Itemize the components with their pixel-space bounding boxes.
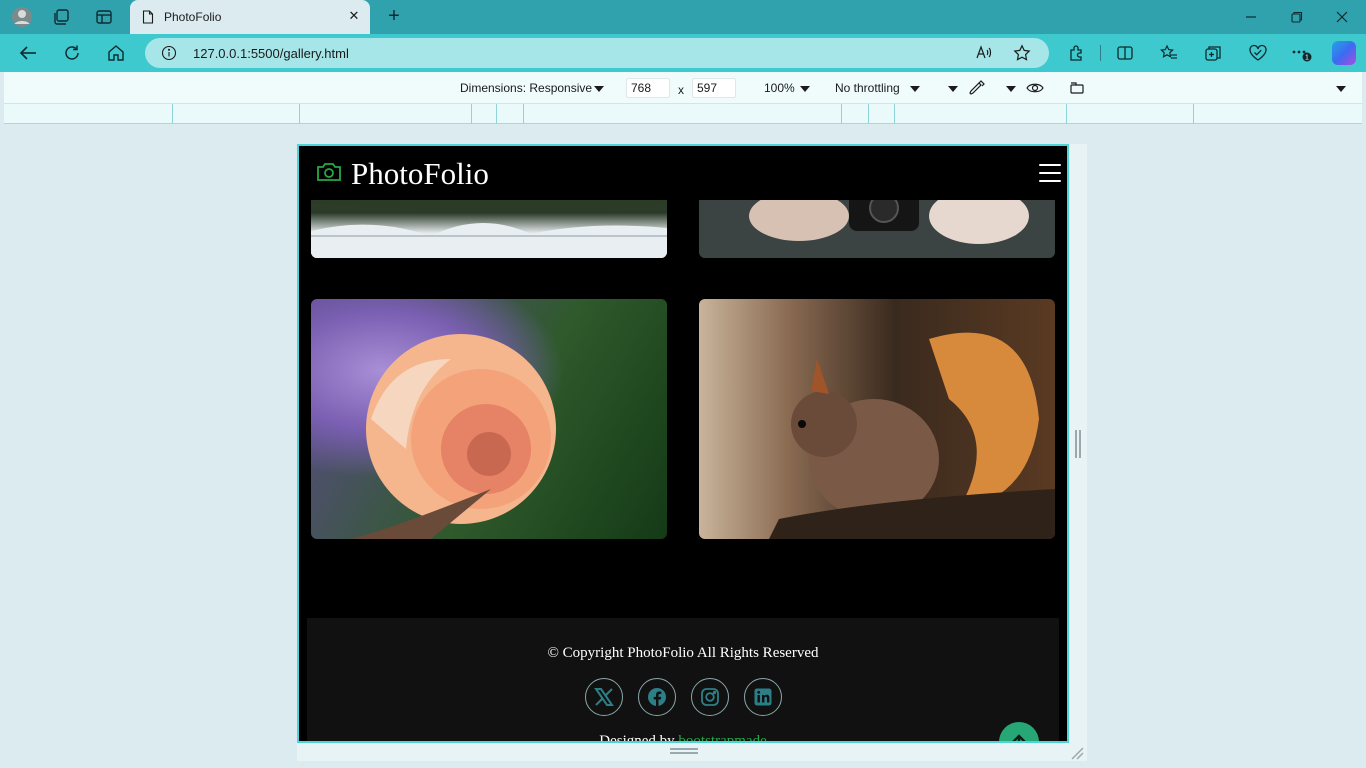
tab-close-icon[interactable]: ✕ [346,8,362,24]
height-input[interactable]: 597 [692,78,736,98]
gallery-image-rose[interactable] [311,299,667,539]
camera-icon[interactable] [316,161,342,183]
home-icon[interactable] [104,42,128,64]
media-query-marker[interactable] [1066,104,1067,124]
page-icon [142,10,154,27]
designed-by-text: Designed by bootstrapmade [307,733,1059,743]
minimize-icon[interactable] [1242,8,1260,26]
dimensions-dropdown[interactable]: Dimensions: Responsive [460,81,592,95]
browser-titlebar: PhotoFolio ✕ + [0,0,1366,34]
chevron-down-icon[interactable] [910,86,920,92]
instagram-icon [701,688,719,706]
chevron-down-icon[interactable] [1336,86,1346,92]
close-window-icon[interactable] [1333,8,1351,26]
copilot-icon[interactable] [1332,41,1356,65]
emulated-viewport: PhotoFolio © Copyright PhotoFolio All Ri… [297,144,1069,743]
media-query-marker[interactable] [471,104,472,124]
x-icon [594,688,614,706]
site-header: PhotoFolio [299,146,1067,200]
back-icon[interactable] [16,42,40,64]
site-logo[interactable]: PhotoFolio [351,156,489,192]
media-query-marker[interactable] [523,104,524,124]
device-toolbar: Dimensions: Responsive 768 x 597 100% No… [4,72,1362,104]
viewport-resize-handle-right[interactable] [1075,430,1081,458]
tab-photofolio[interactable]: PhotoFolio ✕ [130,0,370,34]
chevron-down-icon[interactable] [948,86,958,92]
tab-actions-icon[interactable] [93,6,115,28]
zoom-dropdown[interactable]: 100% [764,81,795,95]
media-query-marker[interactable] [1193,104,1194,124]
instagram-link[interactable] [691,678,729,716]
more-options-icon[interactable]: 1 [1290,42,1312,64]
dimension-times: x [678,83,684,97]
url-text: 127.0.0.1:5500/gallery.html [193,46,349,61]
restore-icon[interactable] [1288,8,1306,26]
gallery-image-squirrel[interactable] [699,299,1055,539]
site-info-icon[interactable] [161,45,177,64]
toolbar-separator [1100,45,1101,61]
chevron-down-icon[interactable] [1006,86,1016,92]
site-footer: © Copyright PhotoFolio All Rights Reserv… [307,618,1059,743]
new-tab-button[interactable]: + [383,6,405,28]
collections-icon[interactable] [1202,42,1224,64]
viewport-resize-handle-bottom[interactable] [670,748,698,754]
browser-essentials-icon[interactable] [1247,42,1269,64]
arrow-up-icon [1012,734,1026,741]
workspaces-icon[interactable] [50,6,72,28]
reload-icon[interactable] [60,42,84,64]
hamburger-menu-icon[interactable] [1039,164,1061,182]
throttling-dropdown[interactable]: No throttling [835,81,900,95]
media-query-marker[interactable] [496,104,497,124]
rotate-device-icon[interactable] [1068,80,1086,96]
add-favorite-icon[interactable] [1013,44,1031,65]
profile-icon[interactable] [11,6,33,28]
favorites-icon[interactable] [1158,42,1180,64]
facebook-link[interactable] [638,678,676,716]
notification-badge: 1 [1305,55,1309,62]
facebook-icon [648,688,666,706]
width-input[interactable]: 768 [626,78,670,98]
viewport-resize-corner-icon[interactable] [1070,746,1084,760]
designed-by-prefix: Designed by [599,733,679,743]
extensions-icon[interactable] [1066,42,1088,64]
copyright-text: © Copyright PhotoFolio All Rights Reserv… [547,645,819,661]
address-bar[interactable]: 127.0.0.1:5500/gallery.html [145,38,1049,68]
tab-title: PhotoFolio [164,10,222,24]
media-query-marker[interactable] [868,104,869,124]
linkedin-icon [754,688,772,706]
chevron-down-icon[interactable] [800,86,810,92]
read-aloud-icon[interactable] [975,44,993,65]
media-query-bar[interactable] [4,104,1362,124]
bootstrapmade-link[interactable]: bootstrapmade [678,733,766,741]
split-screen-icon[interactable] [1114,42,1136,64]
linkedin-link[interactable] [744,678,782,716]
media-query-marker[interactable] [894,104,895,124]
eyedropper-icon[interactable] [968,79,986,97]
chevron-down-icon[interactable] [594,86,604,92]
twitter-x-link[interactable] [585,678,623,716]
media-query-marker[interactable] [172,104,173,124]
vision-deficiency-icon[interactable] [1026,80,1044,96]
media-query-marker[interactable] [841,104,842,124]
media-query-marker[interactable] [299,104,300,124]
